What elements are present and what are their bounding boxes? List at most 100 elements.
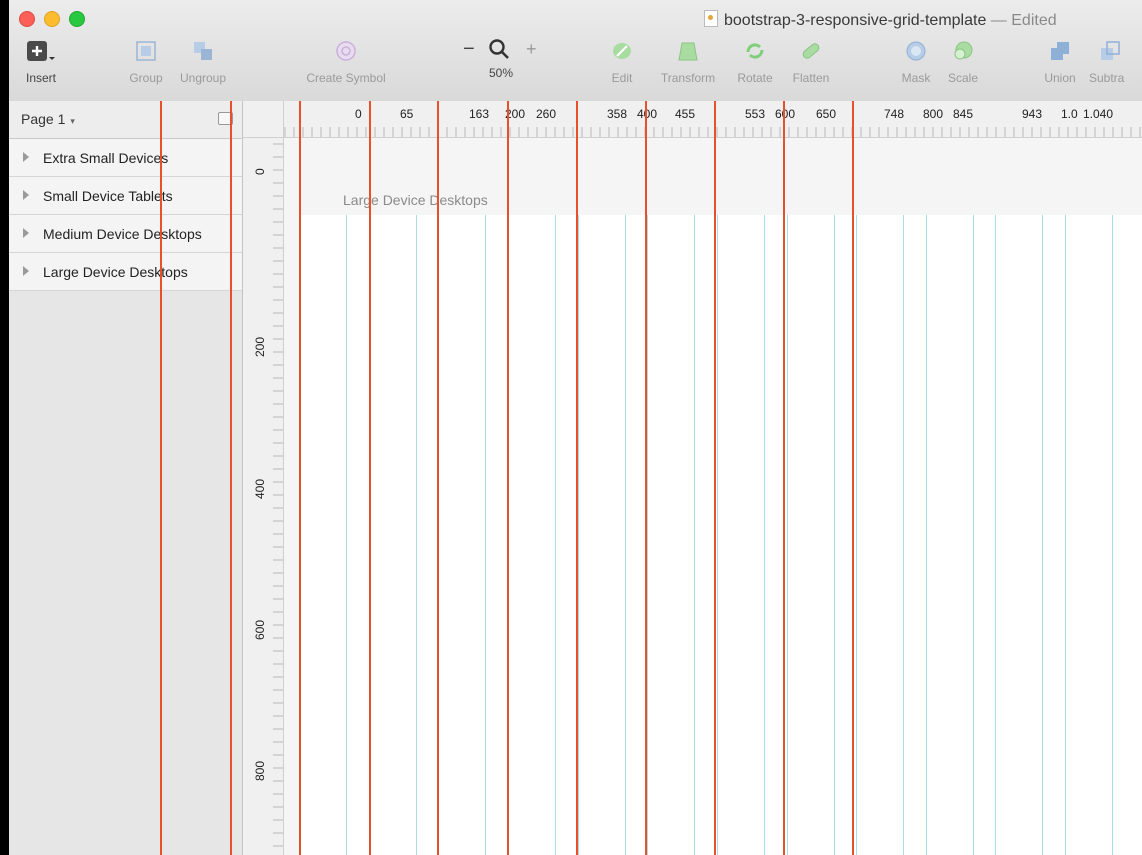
close-window-button[interactable] [19,11,35,27]
ruler-label: 600 [775,107,796,121]
vertical-ruler[interactable]: 0 200 400 600 800 [243,138,284,855]
ruler-guide[interactable] [160,101,162,855]
grid-column [299,215,347,855]
union-label: Union [1044,71,1076,85]
disclosure-triangle-icon[interactable] [23,266,29,276]
ruler-label: 600 [253,619,267,640]
mask-button[interactable]: Mask [897,40,935,85]
transform-button[interactable]: Transform [652,40,724,85]
ruler-label: 1.0 [1061,107,1078,121]
ruler-label: 1.040 [1083,107,1114,121]
ruler-guide[interactable] [437,101,439,855]
ruler-guide[interactable] [714,101,716,855]
ruler-label: 400 [637,107,658,121]
mask-icon [905,40,927,62]
group-button[interactable]: Group [121,40,171,85]
subtract-button[interactable]: Subtra [1089,40,1142,85]
ruler-guide[interactable] [230,101,232,855]
scale-label: Scale [947,71,979,85]
disclosure-triangle-icon[interactable] [23,190,29,200]
page-name-text: Page 1 [21,111,66,127]
ungroup-label: Ungroup [179,71,227,85]
page-name: Page 1 ▾ [21,111,75,127]
edit-button[interactable]: Edit [607,40,637,85]
flatten-label: Flatten [792,71,830,85]
layer-artboard[interactable]: Extra Small Devices [9,139,242,177]
union-button[interactable]: Union [1041,40,1079,85]
ruler-label: 800 [253,760,267,781]
layer-artboard[interactable]: Large Device Desktops [9,253,242,291]
disclosure-triangle-icon[interactable] [23,228,29,238]
disclosure-triangle-icon[interactable] [23,152,29,162]
symbol-icon [335,40,357,62]
insert-label: Insert [25,71,56,85]
ruler-label: 943 [1022,107,1043,121]
artboard[interactable] [299,215,1142,855]
ungroup-button[interactable]: Ungroup [174,40,232,85]
grid-column [438,215,486,855]
insert-button[interactable]: Insert [19,40,63,85]
ruler-label: 845 [953,107,974,121]
ruler-label: 455 [675,107,696,121]
ruler-label: 553 [745,107,766,121]
flatten-icon [800,40,822,62]
ruler-label: 0 [253,168,267,175]
create-symbol-button[interactable]: Create Symbol [294,40,398,85]
magnifier-icon [488,38,510,65]
ruler-guide[interactable] [299,101,301,855]
grid-column [508,215,556,855]
horizontal-ruler[interactable]: 0 65 163 200 260 358 400 455 553 600 650 748 800 845 9… [243,101,1142,138]
transform-label: Transform [660,71,716,85]
grid-column [995,215,1043,855]
toolbar: bootstrap-3-responsive-grid-template — E… [9,0,1142,102]
edited-status: Edited [1011,12,1057,29]
zoom-level: 50% [488,66,514,80]
ruler-corner [243,101,284,138]
scale-button[interactable]: Scale [943,40,983,85]
page-selector[interactable]: Page 1 ▾ [9,101,242,139]
union-icon [1049,40,1071,62]
ruler-label: 400 [253,478,267,499]
mask-label: Mask [901,71,931,85]
ruler-guide[interactable] [507,101,509,855]
document-name: bootstrap-3-responsive-grid-template [724,12,987,29]
flatten-button[interactable]: Flatten [785,40,837,85]
minimize-window-button[interactable] [44,11,60,27]
transform-icon [677,40,699,62]
ruler-guide[interactable] [576,101,578,855]
ungroup-icon [192,40,214,62]
grid-column [856,215,904,855]
zoom-out-button[interactable]: − [463,38,475,61]
artboard-title[interactable]: Large Device Desktops [343,192,488,208]
layer-name: Large Device Desktops [43,264,188,280]
layer-name: Medium Device Desktops [43,226,202,242]
layer-artboard[interactable]: Medium Device Desktops [9,215,242,253]
rotate-icon [744,40,766,62]
rotate-label: Rotate [737,71,773,85]
create-symbol-label: Create Symbol [306,71,386,85]
zoom-control: − + 50% [459,36,543,80]
rotate-button[interactable]: Rotate [731,40,779,85]
grid-column [647,215,695,855]
ruler-guide[interactable] [783,101,785,855]
zoom-in-button[interactable]: + [526,39,537,60]
ruler-label: 260 [536,107,557,121]
ruler-label: 65 [400,107,414,121]
chevron-down-icon: ▾ [70,116,75,126]
window-title: bootstrap-3-responsive-grid-template — E… [704,10,1057,30]
scale-icon [952,40,974,62]
edit-label: Edit [611,71,633,85]
zoom-window-button[interactable] [69,11,85,27]
ruler-guide[interactable] [645,101,647,855]
ruler-label: 163 [469,107,490,121]
ruler-guide[interactable] [369,101,371,855]
layer-artboard[interactable]: Small Device Tablets [9,177,242,215]
layers-panel: Page 1 ▾ Extra Small Devices Small Device… [9,101,243,855]
ruler-label: 200 [253,336,267,357]
group-label: Group [129,71,163,85]
document-icon [704,10,718,27]
grid-column [578,215,626,855]
canvas[interactable]: Large Device Desktops 0 65 163 200 260 358 400… [160,101,1142,855]
ruler-guide[interactable] [852,101,854,855]
edit-icon [611,40,633,62]
